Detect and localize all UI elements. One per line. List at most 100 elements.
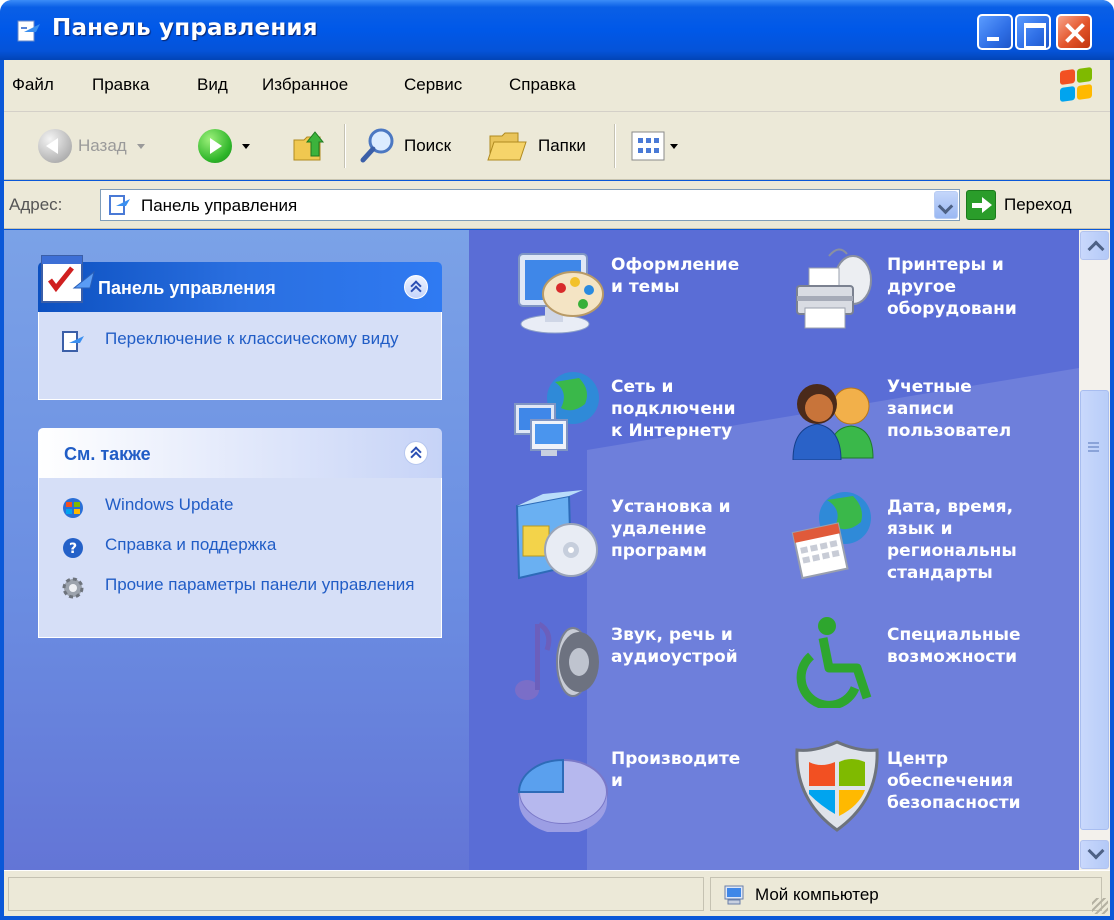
add-remove-programs-icon <box>515 490 598 580</box>
category-label: Учетные записи пользовател <box>887 377 1012 441</box>
panel-body: Windows Update ? Справка и поддержка Про… <box>38 478 442 638</box>
switch-classic-view-label: Переключение к классическому виду <box>105 329 399 348</box>
title-bar[interactable]: Панель управления <box>0 0 1114 60</box>
back-arrow-icon <box>38 129 72 163</box>
network-icon <box>514 372 599 456</box>
status-cell <box>8 877 704 911</box>
status-location-text: Мой компьютер <box>755 885 879 904</box>
svg-text:?: ? <box>69 541 77 557</box>
category-accessibility[interactable]: Специальные возможности <box>789 616 1069 716</box>
scroll-grip-icon <box>1088 442 1099 452</box>
folders-label: Папки <box>538 136 586 155</box>
windows-update-link[interactable]: Windows Update <box>39 494 441 534</box>
address-dropdown-icon[interactable] <box>934 191 958 219</box>
help-support-link[interactable]: ? Справка и поддержка <box>39 534 441 574</box>
switch-classic-view-link[interactable]: Переключение к классическому виду <box>39 328 441 368</box>
views-dropdown-icon[interactable] <box>670 143 678 149</box>
appearance-themes-icon <box>518 253 604 334</box>
category-label: Звук, речь и аудиоустрой <box>611 625 738 667</box>
category-date-time[interactable]: Дата, время, язык и региональны стандарт… <box>789 488 1069 608</box>
printer-icon <box>796 248 872 329</box>
go-label: Переход <box>1004 195 1072 214</box>
status-bar: Мой компьютер <box>4 870 1110 916</box>
content-area: Панель управления Переключение к классич… <box>4 230 1110 870</box>
category-view: Оформление и темы Сеть и подключени к Ин… <box>469 230 1079 870</box>
date-time-globe-icon <box>791 492 871 580</box>
go-arrow-icon <box>966 190 996 220</box>
category-performance[interactable]: Производите и <box>513 740 773 840</box>
views-button[interactable] <box>630 126 678 166</box>
collapse-chevron-icon[interactable] <box>404 275 428 299</box>
menu-help[interactable]: Справка <box>509 75 576 95</box>
search-button[interactable]: Поиск <box>358 126 451 166</box>
back-button[interactable]: Назад <box>38 126 145 166</box>
help-icon: ? <box>63 538 83 558</box>
menu-tools[interactable]: Сервис <box>404 75 462 95</box>
window-title: Панель управления <box>52 15 318 41</box>
other-options-link[interactable]: Прочие параметры панели управления <box>39 574 441 614</box>
search-label: Поиск <box>404 136 452 155</box>
performance-icon <box>517 758 608 832</box>
go-button[interactable]: Переход <box>966 189 1072 221</box>
control-panel-icon <box>109 195 130 215</box>
see-also-panel: См. также Windows Update ? Справка и под… <box>38 428 442 638</box>
resize-grip-icon[interactable] <box>1092 898 1108 914</box>
category-appearance[interactable]: Оформление и темы <box>513 246 773 346</box>
forward-dropdown-icon[interactable] <box>242 143 250 149</box>
close-button[interactable] <box>1056 14 1092 50</box>
panel-header[interactable]: См. также <box>38 428 442 478</box>
user-accounts-icon <box>792 384 874 460</box>
category-label: Принтеры и другое оборудовани <box>887 255 1017 319</box>
control-panel-large-icon <box>41 255 95 303</box>
toolbar-separator <box>344 124 346 168</box>
status-location-cell: Мой компьютер <box>710 877 1102 911</box>
panel-header[interactable]: Панель управления <box>38 262 442 312</box>
up-folder-icon <box>293 131 325 161</box>
scroll-up-button[interactable] <box>1080 231 1109 260</box>
menu-favorites[interactable]: Избранное <box>262 75 348 95</box>
category-sound[interactable]: Звук, речь и аудиоустрой <box>513 616 773 716</box>
collapse-chevron-icon[interactable] <box>404 441 428 465</box>
windows-logo-icon <box>1058 66 1096 104</box>
category-user-accounts[interactable]: Учетные записи пользовател <box>789 368 1069 468</box>
toolbar: Назад Поиск Папки <box>4 112 1110 180</box>
up-folder-button[interactable] <box>290 126 330 166</box>
control-panel-icon <box>17 20 40 42</box>
category-label: Специальные возможности <box>887 625 1021 667</box>
my-computer-icon <box>724 885 744 905</box>
category-label: Производите и <box>611 749 741 791</box>
folders-button[interactable]: Папки <box>486 126 586 166</box>
category-label: Сеть и подключени к Интернету <box>611 377 736 441</box>
help-support-label: Справка и поддержка <box>105 535 277 554</box>
folders-icon <box>487 132 527 161</box>
scroll-down-button[interactable] <box>1080 840 1109 869</box>
toolbar-separator <box>614 124 616 168</box>
forward-arrow-icon <box>198 129 232 163</box>
search-icon <box>360 128 394 163</box>
forward-button[interactable] <box>198 126 250 166</box>
accessibility-icon <box>796 617 872 708</box>
scroll-thumb[interactable] <box>1080 390 1109 830</box>
category-security-center[interactable]: Центр обеспечения безопасности <box>789 740 1069 850</box>
maximize-button[interactable] <box>1015 14 1051 50</box>
gear-icon <box>62 577 84 599</box>
task-pane: Панель управления Переключение к классич… <box>4 230 469 870</box>
address-label: Адрес: <box>9 195 63 214</box>
address-bar: Адрес: Панель управления Переход <box>4 181 1110 229</box>
menu-edit[interactable]: Правка <box>92 75 149 95</box>
category-printers[interactable]: Принтеры и другое оборудовани <box>789 246 1069 356</box>
security-shield-icon <box>795 740 879 832</box>
panel-body: Переключение к классическому виду <box>38 312 442 400</box>
sound-icon <box>515 621 599 700</box>
minimize-button[interactable] <box>977 14 1013 50</box>
control-panel-icon <box>62 331 84 352</box>
menu-bar: Файл Правка Вид Избранное Сервис Справка <box>4 60 1110 112</box>
category-label: Дата, время, язык и региональны стандарт… <box>887 497 1017 583</box>
menu-view[interactable]: Вид <box>197 75 228 95</box>
category-add-remove[interactable]: Установка и удаление программ <box>513 488 773 598</box>
address-input[interactable]: Панель управления <box>100 189 960 221</box>
menu-file[interactable]: Файл <box>12 75 54 95</box>
back-dropdown-icon[interactable] <box>136 143 145 149</box>
category-network[interactable]: Сеть и подключени к Интернету <box>513 368 773 468</box>
vertical-scrollbar[interactable] <box>1079 230 1110 870</box>
